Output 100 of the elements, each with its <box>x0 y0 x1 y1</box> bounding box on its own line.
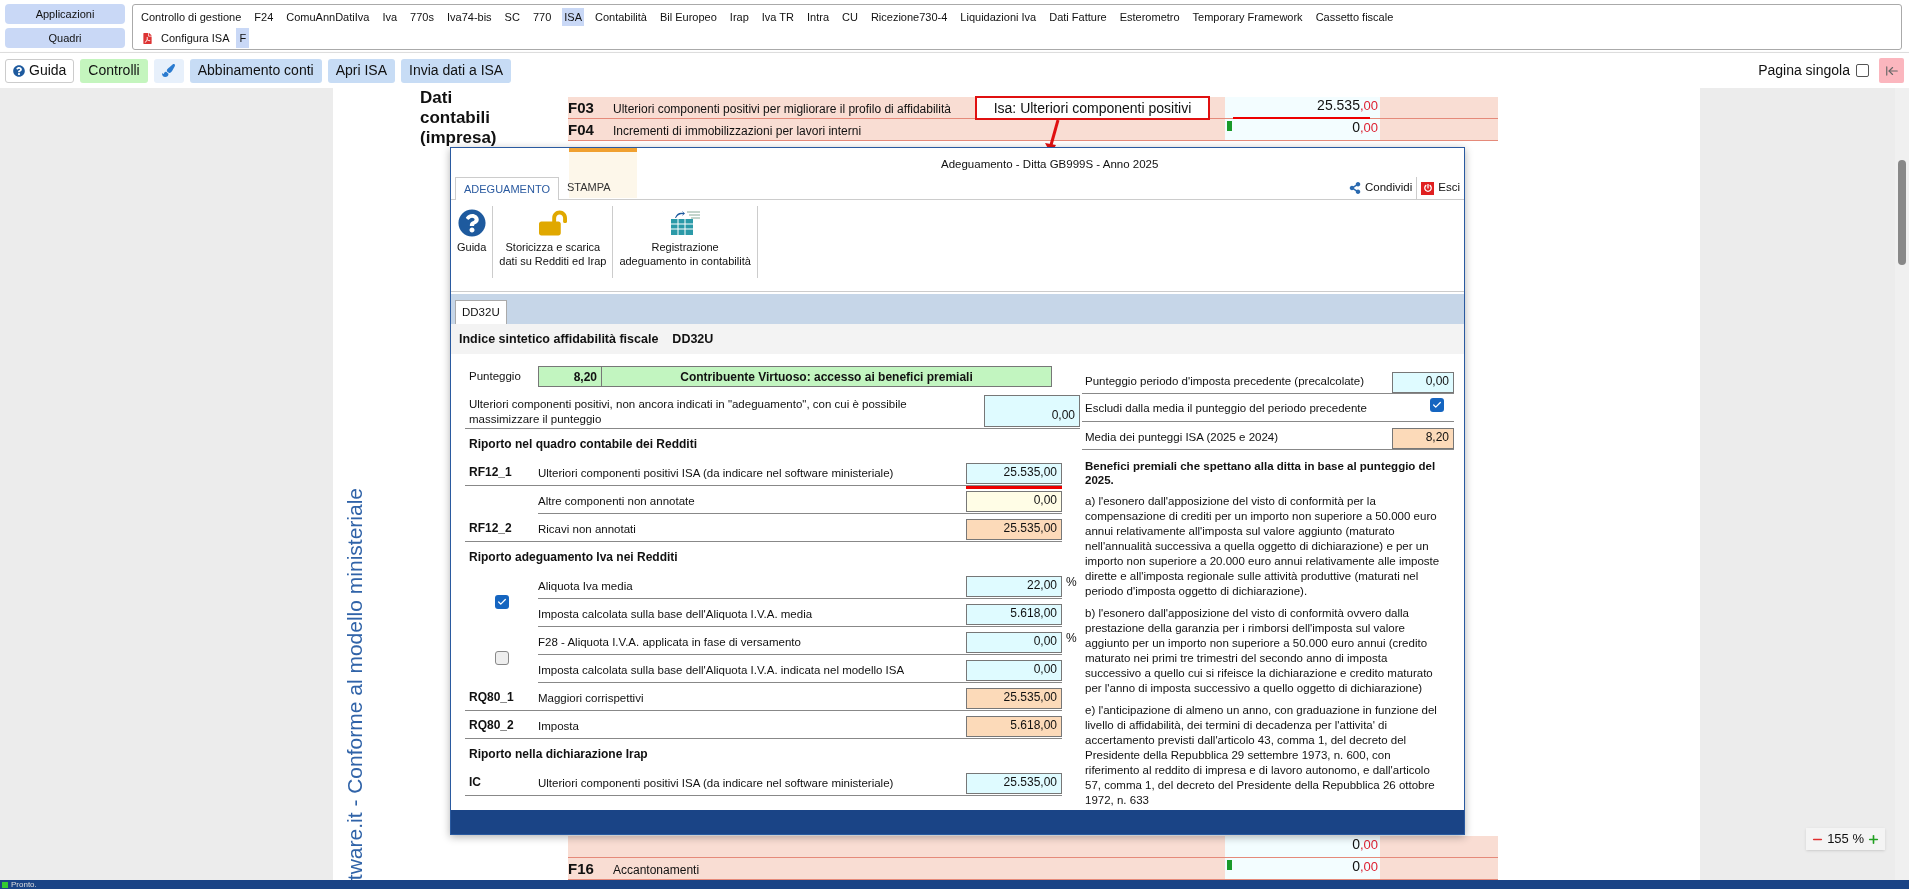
toolbar-button[interactable]: Abbinamento conti <box>189 58 322 83</box>
help-icon <box>13 64 25 77</box>
menu-tab[interactable]: F24 <box>252 8 276 26</box>
menu-tab[interactable]: Bil Europeo <box>657 8 719 26</box>
value-field[interactable]: 0,00 <box>966 491 1062 512</box>
submenu-tab[interactable]: F <box>236 28 250 48</box>
menu-tab[interactable]: Esterometro <box>1117 8 1182 26</box>
amount-field[interactable]: 0,00 <box>1352 834 1378 855</box>
menu-tab[interactable]: Ricezione730-4 <box>868 8 950 26</box>
brush-icon <box>162 64 176 77</box>
checkbox[interactable] <box>494 595 509 609</box>
exit-button[interactable]: Esci <box>1416 177 1464 199</box>
menu-tab[interactable]: Iva <box>380 8 400 26</box>
value-field[interactable]: 25.535,00 <box>966 773 1062 794</box>
menu-tab[interactable]: ComuAnnDatiIva <box>284 8 372 26</box>
value-field[interactable]: 25.535,00 <box>966 463 1062 484</box>
value-field[interactable]: 8,20 <box>1392 428 1454 449</box>
field-code: RF12_2 <box>469 521 512 535</box>
zoom-in-icon[interactable] <box>1867 832 1880 846</box>
sheet-code: DD32U <box>672 330 714 348</box>
value-field[interactable]: 25.535,00 <box>966 519 1062 540</box>
check-icon <box>1432 400 1442 410</box>
value-field[interactable]: 22,00 <box>966 576 1062 597</box>
value-field[interactable]: 0,00 <box>966 632 1062 653</box>
sheet-tab[interactable]: DD32U <box>455 300 507 324</box>
section-title: Riporto nel quadro contabile dei Redditi <box>469 435 697 453</box>
ribbon-button[interactable]: Storicizza e scarica dati su Redditi ed Irap <box>493 206 614 278</box>
padlock-icon <box>538 209 567 237</box>
row-label: Incrementi di immobilizzazioni per lavori interni <box>613 123 862 138</box>
score-label: Punteggio <box>468 368 522 384</box>
field-label: Ulteriori componenti positivi, non ancora indicati in "adeguamento", con cui è possibile massimizzare il punteggio <box>468 397 908 427</box>
field-code: RQ80_1 <box>469 690 514 704</box>
checkbox[interactable] <box>494 651 509 665</box>
value-field[interactable]: 5.618,00 <box>966 604 1062 625</box>
section-title: Riporto adeguamento Iva nei Redditi <box>469 548 678 566</box>
menu-tab[interactable]: Irap <box>727 8 751 26</box>
menu-tab[interactable]: Intra <box>805 8 832 26</box>
menu-tab[interactable]: Temporary Framework <box>1190 8 1305 26</box>
field-label: Imposta <box>538 718 580 734</box>
share-icon <box>1348 182 1361 194</box>
field-label: Maggiori corrispettivi <box>538 690 645 706</box>
field-code: RF12_1 <box>469 465 512 479</box>
scrollbar[interactable] <box>1895 88 1909 880</box>
checkbox[interactable] <box>1430 398 1444 412</box>
menu-tab[interactable]: Cassetto fiscale <box>1313 8 1396 26</box>
menu-tab[interactable]: SC <box>502 8 522 26</box>
menu-tab[interactable]: Liquidazioni Iva <box>958 8 1039 26</box>
amount-field[interactable]: 0,00 <box>1352 117 1378 138</box>
single-page-label: Pagina singola <box>1758 61 1850 80</box>
brush-button[interactable] <box>153 58 184 83</box>
value-field[interactable]: 0,00 <box>1392 372 1454 393</box>
value-field[interactable]: 0,00 <box>966 660 1062 681</box>
amount-field[interactable]: 0,00 <box>1352 856 1378 877</box>
menu-tab[interactable]: Iva74-bis <box>444 8 494 26</box>
toolbar-button[interactable]: Controlli <box>80 58 148 83</box>
field-label: Altre componenti non annotate <box>538 493 696 509</box>
collapse-button[interactable] <box>1879 58 1904 83</box>
share-button[interactable]: Condividi <box>1344 177 1417 199</box>
nav-button[interactable]: Quadri <box>5 28 125 48</box>
value-field[interactable]: 25.535,00 <box>966 688 1062 709</box>
nav-button[interactable]: Applicazioni <box>5 4 125 24</box>
toolbar-button[interactable]: Invia dati a ISA <box>401 58 512 83</box>
menu-tab[interactable]: CU <box>840 8 860 26</box>
field-label: Aliquota Iva media <box>538 578 634 594</box>
row-code: F04 <box>568 120 594 138</box>
field-label: Escludi dalla media il punteggio del periodo precedente <box>1084 400 1368 416</box>
toolbar-button[interactable]: Apri ISA <box>327 58 396 83</box>
field-label: Ricavi non annotati <box>538 521 637 537</box>
menu-tab[interactable]: ISA <box>562 8 584 26</box>
value-field[interactable]: 5.618,00 <box>966 716 1062 737</box>
section-heading: Dati contabili (impresa) <box>420 88 498 148</box>
score-value: 8,20 <box>538 366 602 387</box>
ribbon-button[interactable]: Registrazione adeguamento in contabilità <box>613 206 758 278</box>
guide-button[interactable]: Guida <box>5 58 75 83</box>
unit-label: % <box>1066 631 1077 645</box>
callout: Isa: Ulteriori componenti positivi <box>975 96 1210 120</box>
menu-tab[interactable]: Dati Fatture <box>1047 8 1109 26</box>
side-text: tware.it - Conforme al modello ministeriale <box>342 487 367 880</box>
menu-tab[interactable]: 770s <box>408 8 436 26</box>
ledger-icon <box>669 209 702 237</box>
value-field[interactable]: 0,00 <box>984 395 1080 427</box>
submenu-tab[interactable]: Configura ISA <box>139 28 233 48</box>
ribbon-tab[interactable]: STAMPA <box>559 176 619 199</box>
ribbon-tab[interactable]: ADEGUAMENTO <box>455 177 559 200</box>
field-label: Imposta calcolata sulla base dell'Aliquota I.V.A. indicata nel modello ISA <box>538 662 906 678</box>
field-code: IC <box>469 775 481 789</box>
collapse-icon <box>1884 63 1899 78</box>
menu-tab[interactable]: 770 <box>530 8 554 26</box>
row-code: F16 <box>568 859 594 877</box>
ribbon-button[interactable]: Guida <box>451 206 494 278</box>
benefits-title: Benefici premiali che spettano alla ditta in base al punteggio del 2025. <box>1084 459 1437 487</box>
field-label: F28 - Aliquota I.V.A. applicata in fase di versamento <box>538 634 802 650</box>
menu-tab[interactable]: Contabilità <box>593 8 649 26</box>
check-icon <box>496 597 507 607</box>
menu-tab[interactable]: Controllo di gestione <box>139 8 244 26</box>
benefit-text: b) l'esonero dall'apposizione del visto di conformità ovvero dalla prestazione della garanzia per i rimborsi dell'imposta sul valore aggiunto per un importo non superiore a 50.000 euro annui (credito maturato nei primi tre trimestri del secondo anno di imposta successivo a quello cui si rifeisce la dichiarazione e credito maturato per l'anno di imposta successivo a quello oggetto di dichiarazione) <box>1084 606 1434 696</box>
power-icon <box>1421 181 1435 195</box>
menu-tab[interactable]: Iva TR <box>759 8 796 26</box>
single-page-checkbox[interactable] <box>1856 64 1869 77</box>
field-label: Media dei punteggi ISA (2025 e 2024) <box>1084 429 1280 445</box>
